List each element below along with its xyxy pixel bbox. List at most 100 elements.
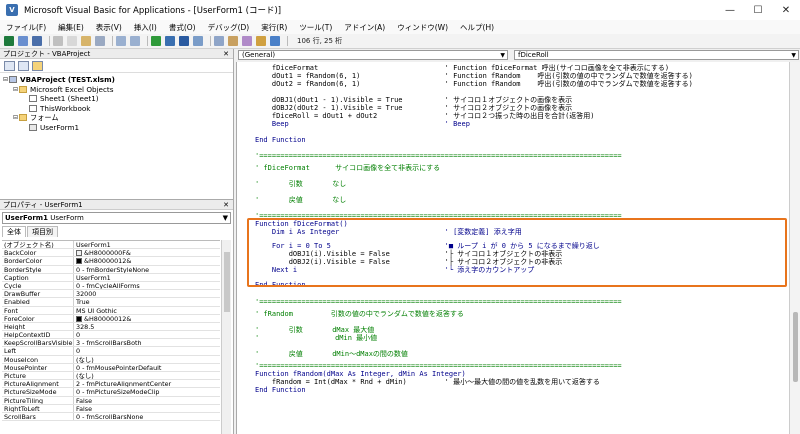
property-row[interactable]: KeepScrollBarsVisible 3 - fmScrollBarsBot… xyxy=(2,339,220,348)
menu-addins[interactable]: アドイン(A) xyxy=(344,22,385,33)
property-row[interactable]: PictureAlignment 2 - fmPictureAlignmentCe… xyxy=(2,380,220,389)
view-code-icon[interactable] xyxy=(4,60,15,71)
cut-icon[interactable] xyxy=(53,36,63,46)
property-row[interactable]: (オブジェクト名) UserForm1 xyxy=(2,241,220,250)
view-object-icon[interactable] xyxy=(18,60,29,71)
property-row[interactable]: Cycle 0 - fmCycleAllForms xyxy=(2,281,220,291)
scrollbar-thumb[interactable] xyxy=(224,252,230,312)
toolbox-icon[interactable] xyxy=(256,36,266,46)
menu-help[interactable]: ヘルプ(H) xyxy=(460,22,494,33)
tree-item[interactable]: ⊟ VBAProject (TEST.xlsm) xyxy=(2,75,233,85)
property-row[interactable]: BorderStyle 0 - fmBorderStyleNone xyxy=(2,265,220,274)
menu-debug[interactable]: デバッグ(D) xyxy=(208,22,250,33)
property-value[interactable]: MS UI Gothic xyxy=(74,307,220,314)
property-value[interactable]: (なし) xyxy=(74,356,220,363)
menu-run[interactable]: 実行(R) xyxy=(261,22,287,33)
property-row[interactable]: PictureSizeMode 0 - fmPictureSizeModeClip xyxy=(2,388,220,397)
property-row[interactable]: BackColor &H8000000F& xyxy=(2,249,220,258)
property-value[interactable]: 0 - fmCycleAllForms xyxy=(74,282,220,289)
property-value[interactable]: UserForm1 xyxy=(74,274,220,281)
property-value[interactable]: True xyxy=(74,298,220,305)
property-row[interactable]: PictureTiling False xyxy=(2,396,220,405)
property-row[interactable]: Font MS UI Gothic xyxy=(2,306,220,315)
properties-scrollbar[interactable] xyxy=(221,240,231,434)
collapse-icon[interactable]: ⊟ xyxy=(12,86,19,93)
tree-item[interactable]: ⊟ フォーム xyxy=(2,113,233,123)
insert-userform-icon[interactable] xyxy=(18,36,28,46)
collapse-icon[interactable]: ⊟ xyxy=(2,76,9,83)
property-value[interactable]: &H8000000F& xyxy=(74,249,220,256)
property-row[interactable]: BorderColor &H80000012& xyxy=(2,257,220,266)
property-value[interactable]: 3 - fmScrollBarsBoth xyxy=(74,339,220,346)
find-icon[interactable] xyxy=(95,36,105,46)
property-value[interactable]: &H80000012& xyxy=(74,257,220,265)
property-row[interactable]: DrawBuffer 32000 xyxy=(2,290,220,299)
close-icon[interactable]: ✕ xyxy=(223,200,229,210)
property-row[interactable]: Picture (なし) xyxy=(2,372,220,381)
reset-icon[interactable] xyxy=(179,36,189,46)
property-row[interactable]: HelpContextID 0 xyxy=(2,331,220,340)
menu-view[interactable]: 表示(V) xyxy=(96,22,122,33)
property-row[interactable]: Enabled True xyxy=(2,298,220,307)
property-value[interactable]: 0 xyxy=(74,331,220,338)
minimize-button[interactable]: — xyxy=(716,0,744,20)
property-row[interactable]: MouseIcon (なし) xyxy=(2,355,220,364)
property-row[interactable]: MousePointer 0 - fmMousePointerDefault xyxy=(2,363,220,372)
copy-icon[interactable] xyxy=(67,36,77,46)
project-explorer-icon[interactable] xyxy=(214,36,224,46)
excel-icon[interactable] xyxy=(4,36,14,46)
property-row[interactable]: Left 0 xyxy=(2,347,220,356)
menu-insert[interactable]: 挿入(I) xyxy=(134,22,157,33)
property-value[interactable]: False xyxy=(74,397,220,404)
property-value[interactable]: 0 - fmPictureSizeModeClip xyxy=(74,388,220,395)
property-row[interactable]: ForeColor &H80000012& xyxy=(2,314,220,323)
property-row[interactable]: Caption UserForm1 xyxy=(2,273,220,282)
menu-tools[interactable]: ツール(T) xyxy=(299,22,332,33)
help-icon[interactable] xyxy=(270,36,280,46)
scrollbar-thumb[interactable] xyxy=(793,312,798,382)
tab-alphabetic[interactable]: 全体 xyxy=(2,226,26,237)
property-value[interactable]: 2 - fmPictureAlignmentCenter xyxy=(74,380,220,387)
code-line: ' 引数 なし xyxy=(255,180,347,188)
save-icon[interactable] xyxy=(32,36,42,46)
menu-format[interactable]: 書式(O) xyxy=(169,22,196,33)
close-button[interactable]: ✕ xyxy=(772,0,800,20)
property-value[interactable]: 0 - fmBorderStyleNone xyxy=(74,266,220,273)
close-icon[interactable]: ✕ xyxy=(223,49,229,59)
tree-item[interactable]: UserForm1 xyxy=(2,123,233,133)
property-value[interactable]: (なし) xyxy=(74,372,220,379)
property-value[interactable]: UserForm1 xyxy=(74,241,220,248)
property-value[interactable]: &H80000012& xyxy=(74,315,220,322)
tree-item[interactable]: ⊟ Microsoft Excel Objects xyxy=(2,85,233,95)
menu-file[interactable]: ファイル(F) xyxy=(6,22,46,33)
menu-window[interactable]: ウィンドウ(W) xyxy=(397,22,448,33)
tree-item[interactable]: Sheet1 (Sheet1) xyxy=(2,94,233,104)
object-combo[interactable]: (General) ▼ xyxy=(238,50,508,60)
property-row[interactable]: Height 328.5 xyxy=(2,322,220,332)
property-row[interactable]: ScrollBars 0 - fmScrollBarsNone xyxy=(2,412,220,422)
tab-categorized[interactable]: 項目別 xyxy=(27,226,58,237)
maximize-button[interactable]: ☐ xyxy=(744,0,772,20)
tree-item[interactable]: ThisWorkbook xyxy=(2,104,233,114)
toggle-folders-icon[interactable] xyxy=(32,60,43,71)
property-value[interactable]: 0 xyxy=(74,347,220,354)
procedure-combo[interactable]: fDiceRoll ▼ xyxy=(514,50,799,60)
redo-icon[interactable] xyxy=(130,36,140,46)
property-value[interactable]: 32000 xyxy=(74,290,220,297)
run-icon[interactable] xyxy=(151,36,161,46)
property-value[interactable]: 328.5 xyxy=(74,323,220,330)
property-value[interactable]: False xyxy=(74,405,220,412)
design-mode-icon[interactable] xyxy=(193,36,203,46)
break-icon[interactable] xyxy=(165,36,175,46)
paste-icon[interactable] xyxy=(81,36,91,46)
property-value[interactable]: 0 - fmMousePointerDefault xyxy=(74,364,220,371)
code-scrollbar[interactable] xyxy=(789,62,800,434)
object-selector[interactable]: UserForm1 UserForm ▼ xyxy=(2,212,231,224)
menu-edit[interactable]: 編集(E) xyxy=(58,22,84,33)
object-browser-icon[interactable] xyxy=(242,36,252,46)
property-row[interactable]: RightToLeft False xyxy=(2,404,220,413)
properties-icon[interactable] xyxy=(228,36,238,46)
undo-icon[interactable] xyxy=(116,36,126,46)
collapse-icon[interactable]: ⊟ xyxy=(12,114,19,121)
property-value[interactable]: 0 - fmScrollBarsNone xyxy=(74,413,220,420)
